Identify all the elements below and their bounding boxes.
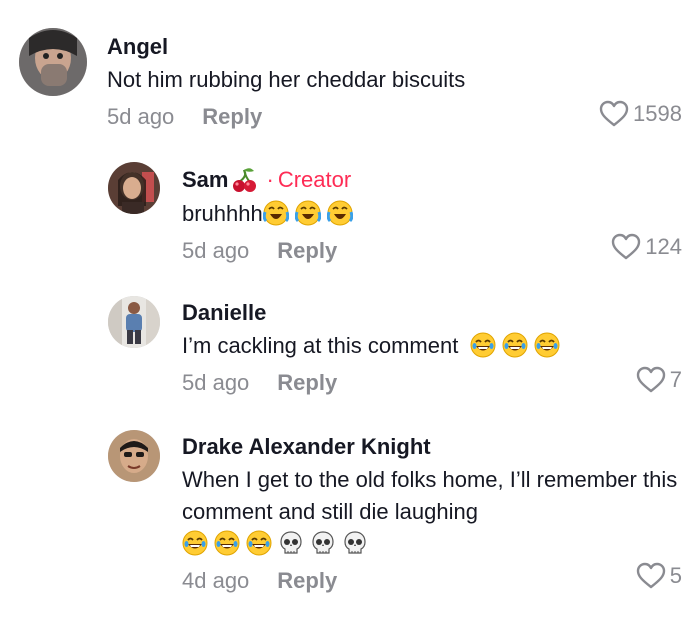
tears-of-joy-emoji [246, 530, 272, 556]
like-button[interactable]: 1598 [599, 100, 682, 128]
like-count: 124 [645, 234, 682, 259]
reply-button[interactable]: Reply [277, 368, 337, 398]
comment-meta: 4d ago Reply [182, 566, 682, 596]
tears-of-joy-emoji [534, 332, 560, 358]
cherry-icon [230, 166, 258, 194]
tears-of-joy-emoji [502, 332, 528, 358]
like-count: 5 [669, 563, 682, 588]
crying-laughing-emoji [294, 200, 321, 226]
comment-time: 5d ago [182, 370, 250, 395]
heart-outline-icon [636, 562, 665, 589]
avatar-image [108, 162, 160, 214]
username-row: Sam · Creator [182, 166, 672, 194]
comment-text: When I get to the old folks home, I’ll r… [182, 467, 684, 524]
emoji-row [176, 528, 682, 560]
tears-of-joy-emoji [182, 530, 208, 556]
comment-time: 4d ago [182, 568, 250, 593]
comment-text: Not him rubbing her cheddar biscuits [107, 67, 466, 92]
comment-meta: 5d ago Reply [182, 236, 672, 266]
crying-laughing-emoji [326, 200, 353, 226]
avatar[interactable] [108, 430, 160, 482]
avatar-image [108, 430, 160, 482]
comment-time: 5d ago [107, 104, 175, 129]
avatar[interactable] [108, 296, 160, 348]
comment-time: 5d ago [182, 238, 250, 263]
like-button[interactable]: 7 [636, 366, 682, 394]
comment-meta: 5d ago Reply [182, 368, 672, 398]
comment-text: bruhhhh [182, 201, 263, 226]
username[interactable]: Danielle [182, 300, 672, 326]
username[interactable]: Drake Alexander Knight [182, 434, 682, 460]
avatar-image [108, 296, 160, 348]
avatar-image [19, 28, 87, 96]
reply-button[interactable]: Reply [277, 236, 337, 266]
creator-label: Creator [277, 167, 352, 192]
heart-outline-icon [599, 100, 629, 127]
username[interactable]: Angel [107, 34, 667, 60]
crying-laughing-emoji [262, 200, 289, 226]
reply-button[interactable]: Reply [202, 102, 262, 132]
like-count: 1598 [633, 101, 682, 126]
comment-text-row: I’m cackling at this comment [182, 330, 672, 362]
like-button[interactable]: 5 [636, 562, 682, 590]
creator-badge: · Creator [266, 167, 352, 192]
heart-outline-icon [636, 366, 665, 393]
comment-text-row: bruhhhh [182, 198, 672, 230]
heart-outline-icon [612, 233, 641, 260]
skull-emoji [310, 530, 336, 556]
skull-emoji [278, 530, 304, 556]
like-button[interactable]: 124 [611, 233, 682, 261]
comment-meta: 5d ago Reply [107, 102, 667, 132]
tears-of-joy-emoji [214, 530, 240, 556]
tears-of-joy-emoji [470, 332, 496, 358]
reply-button[interactable]: Reply [277, 566, 337, 596]
username[interactable]: Sam [182, 167, 228, 193]
avatar[interactable] [19, 28, 87, 96]
avatar[interactable] [108, 162, 160, 214]
skull-emoji [342, 530, 368, 556]
like-count: 7 [669, 367, 682, 392]
comment-text: I’m cackling at this comment [182, 333, 459, 358]
